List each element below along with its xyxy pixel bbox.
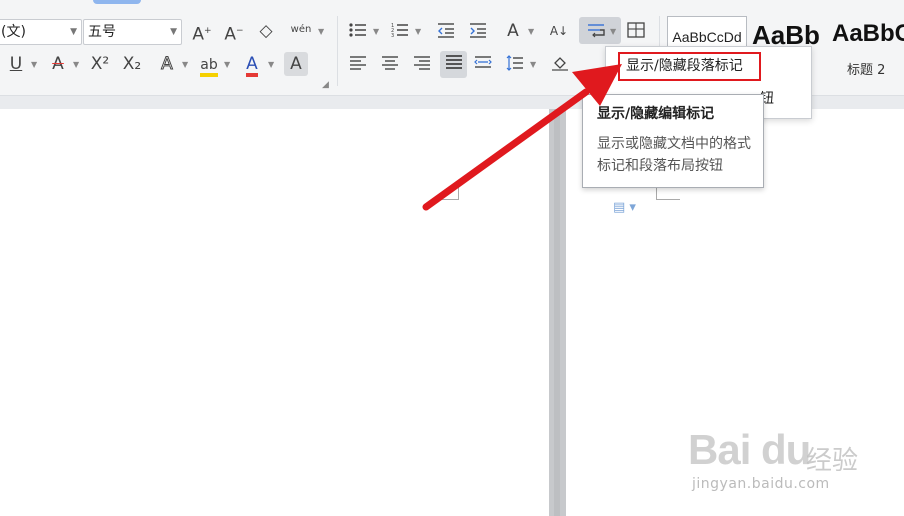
chevron-down-icon[interactable]: ▼: [31, 60, 37, 69]
paragraph-mark-icon: [588, 24, 605, 38]
align-center-button[interactable]: [378, 52, 402, 76]
baidu-logo: Bai du: [688, 426, 811, 473]
decrease-indent-button[interactable]: [434, 19, 458, 43]
text-direction-button[interactable]: A: [501, 19, 525, 43]
paste-options-icon[interactable]: ▤ ▾: [613, 200, 636, 215]
chevron-down-icon: ▼: [70, 27, 77, 37]
numbered-list-button[interactable]: 123: [388, 19, 412, 43]
text-effect-button[interactable]: A: [155, 52, 179, 76]
increase-indent-icon: [470, 23, 486, 38]
font-color-button[interactable]: A: [240, 52, 264, 77]
increase-indent-button[interactable]: [466, 19, 490, 43]
distributed-align-button[interactable]: [471, 52, 495, 76]
chevron-down-icon[interactable]: ▼: [182, 60, 188, 69]
line-spacing-button[interactable]: [503, 52, 527, 76]
show-hide-marks-button[interactable]: [584, 19, 608, 43]
grow-font-icon: A: [192, 24, 205, 45]
grow-font-button[interactable]: A+: [190, 19, 214, 45]
line-spacing-icon: [506, 55, 523, 71]
highlight-button[interactable]: ab: [197, 52, 221, 77]
underline-icon: U: [9, 54, 23, 74]
font-name-combo[interactable]: (文) ▼: [0, 19, 82, 45]
char-shading-button[interactable]: A: [284, 52, 308, 76]
bullet-list-icon: [349, 23, 366, 37]
watermark-url: jingyan.baidu.com: [692, 476, 830, 492]
baidu-watermark: Bai du 经验 jingyan.baidu.com: [688, 418, 888, 498]
style-heading2-card[interactable]: AaBbC: [832, 20, 904, 48]
active-tab-indicator: [93, 0, 141, 4]
font-dialog-launcher-icon[interactable]: ◢: [322, 80, 329, 90]
style-heading2-label: 标题 2: [847, 63, 886, 78]
shading-button[interactable]: [548, 52, 572, 76]
chevron-down-icon[interactable]: ▼: [373, 27, 379, 36]
align-left-button[interactable]: [346, 52, 370, 76]
justify-button[interactable]: [440, 51, 467, 78]
align-right-button[interactable]: [410, 52, 434, 76]
chevron-down-icon: ▼: [170, 27, 177, 37]
justify-icon: [445, 55, 462, 69]
chevron-down-icon[interactable]: ▼: [268, 60, 274, 69]
eraser-icon: ◇: [259, 21, 273, 41]
strikethrough-icon: A: [52, 54, 64, 74]
strikethrough-button[interactable]: A: [46, 52, 70, 76]
chevron-down-icon[interactable]: ▼: [224, 60, 230, 69]
style-heading2-sample: AaBbC: [832, 20, 904, 47]
tooltip-description: 显示或隐藏文档中的格式标记和段落布局按钮: [597, 136, 751, 174]
shrink-font-icon: A: [224, 24, 237, 45]
document-page-left[interactable]: [0, 109, 549, 516]
table-border-button[interactable]: [624, 19, 648, 43]
underline-button[interactable]: U: [4, 52, 28, 76]
pinyin-icon: wén: [290, 24, 312, 35]
decrease-indent-icon: [438, 23, 454, 38]
chevron-down-icon[interactable]: ▼: [318, 27, 324, 36]
clear-format-button[interactable]: ◇: [254, 19, 278, 43]
subscript-button[interactable]: X₂: [120, 52, 144, 76]
chevron-down-icon[interactable]: ▼: [73, 60, 79, 69]
bullet-list-button[interactable]: [346, 19, 370, 43]
page-gutter-shadow: [554, 109, 560, 516]
menu-item-label: 显示/隐藏段落标记: [626, 58, 743, 74]
watermark-text: 经验: [806, 446, 859, 476]
shrink-font-button[interactable]: A−: [222, 19, 246, 45]
font-color-icon: A: [246, 55, 258, 77]
align-left-icon: [350, 56, 366, 70]
menu-item-show-hide-paragraph-marks[interactable]: 显示/隐藏段落标记: [618, 52, 761, 81]
chevron-down-icon[interactable]: ▼: [530, 60, 536, 69]
font-size-value: 五号: [88, 24, 116, 40]
margin-corner-mark: [433, 180, 459, 200]
sort-icon: A↓: [549, 24, 569, 38]
numbered-list-icon: 123: [391, 23, 408, 38]
text-direction-icon: A: [507, 21, 519, 41]
style-normal-sample: AaBbCcDd: [672, 29, 742, 45]
pinyin-guide-button[interactable]: wén: [289, 19, 313, 43]
align-center-icon: [382, 56, 398, 70]
char-shading-icon: A: [290, 54, 302, 74]
font-name-value: (文): [1, 24, 26, 40]
font-size-combo[interactable]: 五号 ▼: [83, 19, 182, 45]
chevron-down-icon[interactable]: ▼: [415, 27, 421, 36]
align-right-icon: [414, 56, 430, 70]
superscript-icon: X²: [90, 54, 110, 74]
group-separator: [337, 16, 338, 86]
svg-text:3: 3: [391, 33, 394, 38]
text-effect-icon: A: [161, 54, 174, 75]
tooltip-title: 显示/隐藏编辑标记: [597, 106, 715, 122]
superscript-button[interactable]: X²: [88, 52, 112, 76]
subscript-icon: X₂: [122, 54, 142, 74]
sort-button[interactable]: A↓: [547, 19, 571, 43]
chevron-down-icon[interactable]: ▼: [610, 27, 616, 36]
paint-bucket-icon: [552, 57, 568, 71]
distributed-align-icon: [474, 56, 492, 68]
highlighter-icon: ab: [200, 57, 218, 77]
table-grid-icon: [627, 22, 645, 38]
chevron-down-icon[interactable]: ▼: [528, 27, 534, 36]
